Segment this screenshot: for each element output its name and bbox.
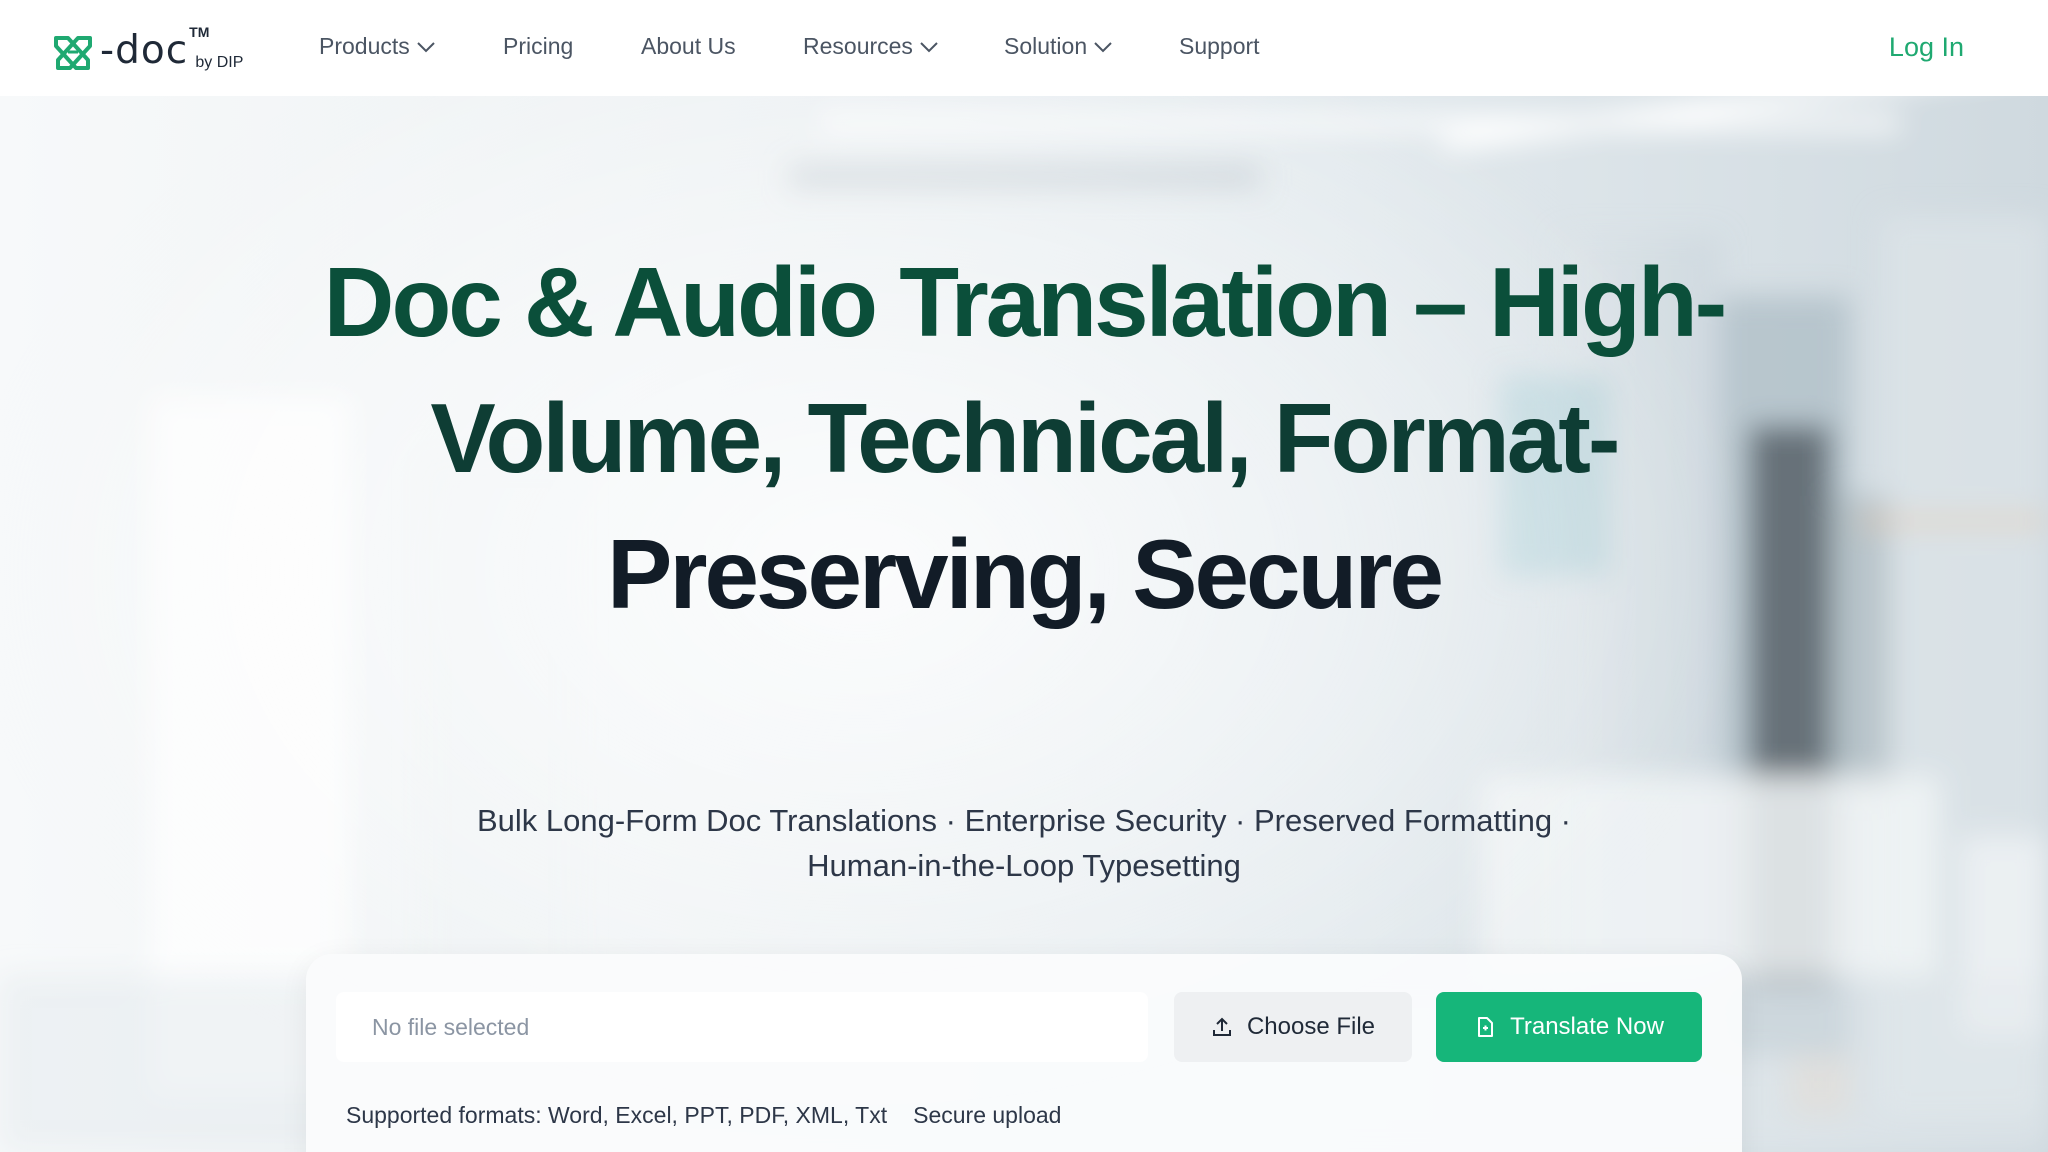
- translate-now-label: Translate Now: [1510, 1013, 1664, 1040]
- chevron-down-icon: [1094, 41, 1112, 52]
- trademark-symbol: TM: [189, 24, 210, 40]
- top-navigation-bar: -doc TM by DIP Products Pricing About Us…: [0, 0, 2048, 96]
- dip-logo-mark-icon: [54, 36, 92, 70]
- file-name-field[interactable]: No file selected: [336, 992, 1148, 1062]
- upload-info-row: Supported formats: Word, Excel, PPT, PDF…: [346, 1102, 1061, 1129]
- nav-item-solution[interactable]: Solution: [1004, 33, 1113, 60]
- brand-name: -doc: [100, 28, 189, 73]
- upload-card: No file selected Choose File Translate N…: [306, 954, 1742, 1152]
- nav-item-support[interactable]: Support: [1179, 33, 1260, 60]
- hero-subtitle-line-1: Bulk Long-Form Doc Translations · Enterp…: [477, 803, 1571, 838]
- brand-byline: by DIP: [195, 54, 244, 71]
- nav-item-label: Solution: [1004, 33, 1088, 59]
- hero-subtitle: Bulk Long-Form Doc Translations · Enterp…: [360, 798, 1688, 888]
- nav-item-label: Support: [1179, 33, 1260, 59]
- hero-title-line-1: Doc & Audio Translation – High-: [323, 247, 1728, 357]
- supported-formats-text: Supported formats: Word, Excel, PPT, PDF…: [346, 1102, 888, 1128]
- secure-upload-text: Secure upload: [913, 1102, 1062, 1128]
- nav-item-label: Pricing: [503, 33, 574, 59]
- nav-item-about-us[interactable]: About Us: [641, 33, 736, 60]
- translate-now-button[interactable]: Translate Now: [1436, 992, 1702, 1062]
- hero-title-line-2: Volume, Technical, Format-: [430, 383, 1620, 493]
- upload-icon: [1212, 1017, 1231, 1036]
- brand-logo[interactable]: -doc TM by DIP: [50, 24, 243, 74]
- hero-title: Doc & Audio Translation – High- Volume, …: [300, 234, 1748, 642]
- nav-item-pricing[interactable]: Pricing: [503, 33, 573, 60]
- nav-item-label: Resources: [803, 33, 913, 59]
- chevron-down-icon: [417, 41, 435, 52]
- nav-item-resources[interactable]: Resources: [803, 33, 939, 60]
- hero-title-line-3: Preserving, Secure: [607, 519, 1444, 629]
- document-icon: [1478, 1017, 1494, 1037]
- choose-file-label: Choose File: [1246, 1013, 1376, 1040]
- nav-item-label: Products: [319, 33, 410, 59]
- nav-item-label: About Us: [641, 33, 736, 59]
- login-link[interactable]: Log In: [1889, 32, 1964, 63]
- file-placeholder-text: No file selected: [372, 1013, 530, 1040]
- chevron-down-icon: [920, 41, 938, 52]
- choose-file-button[interactable]: Choose File: [1174, 992, 1412, 1062]
- nav-item-products[interactable]: Products: [319, 33, 436, 60]
- hero-subtitle-line-2: Human-in-the-Loop Typesetting: [807, 848, 1241, 883]
